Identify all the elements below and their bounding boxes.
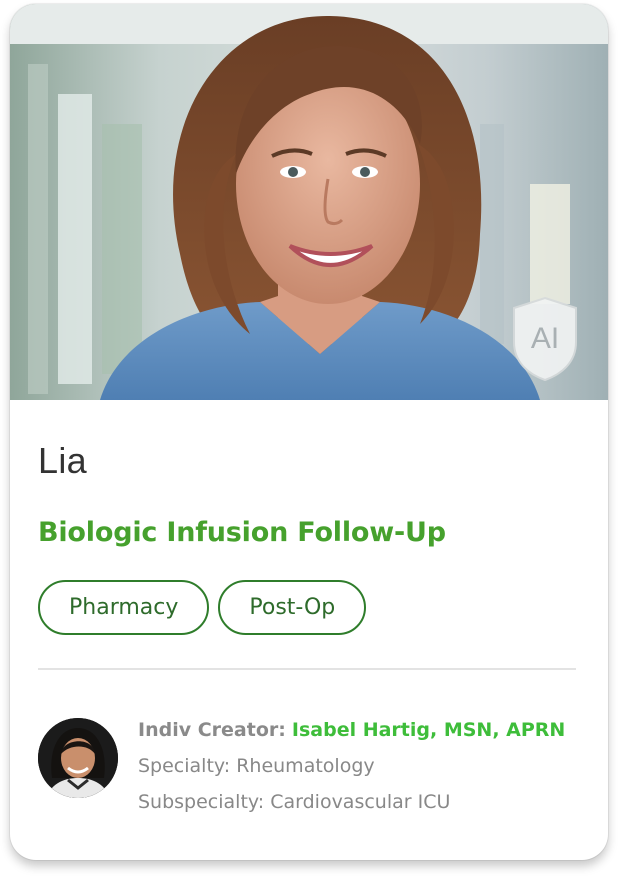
tag-post-op[interactable]: Post-Op [218,580,367,635]
creator-info: Indiv Creator: Isabel Hartig, MSN, APRN … [138,712,565,820]
ai-badge-text: AI [531,322,559,355]
divider [38,668,576,670]
agent-name: Lia [38,440,87,481]
agent-title: Biologic Infusion Follow-Up [38,517,446,548]
tag-pharmacy[interactable]: Pharmacy [38,580,210,635]
creator-subspecialty: Subspecialty: Cardiovascular ICU [138,791,451,813]
agent-card[interactable]: AI Lia Biologic Infusion Follow-Up Pharm… [10,4,608,860]
creator-line: Indiv Creator: Isabel Hartig, MSN, APRN [138,712,565,748]
agent-portrait-photo: AI [10,4,608,400]
tag-list: Pharmacy Post-Op [38,580,367,635]
card-body: Lia Biologic Infusion Follow-Up Pharmacy… [10,400,608,860]
creator-name[interactable]: Isabel Hartig, MSN, APRN [292,719,565,741]
creator-avatar-image [38,718,118,798]
creator-specialty: Specialty: Rheumatology [138,755,375,777]
creator-label: Indiv Creator: [138,719,286,741]
ai-shield-icon: AI [513,296,577,382]
creator-avatar [38,718,118,798]
